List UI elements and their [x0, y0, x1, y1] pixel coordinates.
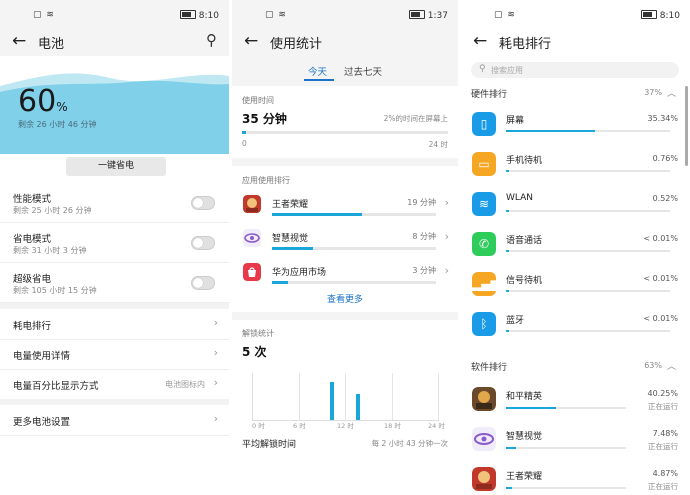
page-title: 使用统计 — [270, 37, 323, 52]
chevron-right-icon: › — [213, 346, 218, 359]
status-icons: ▢ ≋ — [265, 10, 287, 20]
hw-item-voice-call[interactable]: ✆ 语音通话 < 0.01% — [461, 225, 690, 265]
hardware-ranking-header[interactable]: 硬件排行 37% ︿ — [461, 84, 690, 102]
status-time: 8:10 — [659, 11, 680, 21]
chevron-right-icon: › — [213, 376, 218, 389]
back-arrow-icon[interactable]: ← — [244, 31, 258, 51]
status-time: 8:10 — [198, 11, 219, 21]
see-more-link[interactable]: 查看更多 — [232, 292, 458, 305]
power-save-mode-item[interactable]: 省电模式 剩余 31 小时 3 分钟 — [0, 224, 229, 263]
status-bar: ▢ ≋ 8:10 — [0, 0, 229, 26]
phone-standby-icon: ▭ — [472, 152, 496, 176]
battery-percent: 60% — [18, 84, 68, 119]
unlock-bar — [330, 382, 334, 420]
more-battery-settings-row[interactable]: 更多电池设置 › — [0, 405, 229, 436]
app-search-input[interactable]: ⚲ 搜索应用 — [471, 62, 679, 78]
wifi-icon: ≋ — [472, 192, 496, 216]
power-ranking-row[interactable]: 耗电排行 › — [0, 309, 229, 340]
screen-icon: ▯ — [472, 112, 496, 136]
usage-tabs: 今天 过去七天 — [232, 60, 458, 82]
super-save-mode-item[interactable]: 超级省电 剩余 105 小时 15 分钟 — [0, 264, 229, 303]
power-save-mode-toggle[interactable] — [191, 236, 215, 250]
battery-icon — [408, 10, 425, 19]
app-ranking-card: 应用使用排行 王者荣耀 19 分钟 › 智慧视觉 8 分钟 › 华为应用市场 3… — [232, 166, 458, 312]
battery-remaining: 剩余 26 小时 46 分钟 — [18, 120, 97, 129]
unlock-chart — [252, 373, 439, 421]
sw-item-peace-elite[interactable]: 和平精英 40.25% 正在运行 — [461, 381, 690, 418]
peace-elite-icon — [472, 387, 496, 411]
back-arrow-icon[interactable]: ← — [473, 31, 487, 51]
battery-icon — [179, 10, 196, 19]
signal-icon: ▂▄▆ — [472, 272, 500, 296]
ranking-titlebar: ← 耗电排行 — [461, 26, 690, 56]
smart-vision-icon — [472, 427, 496, 451]
usage-time-card: 使用时间 35 分钟 2%的时间在屏幕上 0 24 时 — [232, 86, 458, 158]
performance-mode-item[interactable]: 性能模式 剩余 25 小时 26 分钟 — [0, 184, 229, 223]
status-icons: ▢ ≋ — [33, 10, 55, 20]
status-bar: ▢ ≋ 1:37 — [232, 0, 458, 26]
power-usage-detail-row[interactable]: 电量使用详情 › — [0, 339, 229, 370]
software-ranking-header[interactable]: 软件排行 63% ︿ — [461, 357, 690, 375]
status-time: 1:37 — [427, 11, 448, 21]
app-item-smart-vision[interactable]: 智慧视觉 8 分钟 › — [232, 224, 458, 256]
tab-indicator — [304, 79, 334, 81]
chevron-up-icon: ︿ — [666, 362, 676, 372]
battery-icon — [640, 10, 657, 19]
app-item-huawei-appgallery[interactable]: 华为应用市场 3 分钟 › — [232, 258, 458, 290]
chevron-right-icon: › — [444, 196, 449, 209]
usage-panel: ▢ ≋ 1:37 ← 使用统计 今天 过去七天 使用时间 35 分钟 2%的时间… — [232, 0, 458, 495]
usage-time-bar — [242, 131, 448, 134]
hw-item-signal-standby[interactable]: ▂▄▆ 信号待机 < 0.01% — [461, 265, 690, 305]
hw-item-screen[interactable]: ▯ 屏幕 35.34% — [461, 105, 690, 145]
back-arrow-icon[interactable]: ← — [12, 31, 26, 51]
appgallery-icon — [243, 263, 261, 281]
chevron-right-icon: › — [444, 230, 449, 243]
chevron-right-icon: › — [213, 412, 218, 425]
sw-item-smart-vision[interactable]: 智慧视觉 7.48% 正在运行 — [461, 421, 690, 458]
chevron-right-icon: › — [213, 316, 218, 329]
app-item-honor-of-kings[interactable]: 王者荣耀 19 分钟 › — [232, 190, 458, 222]
hw-item-wlan[interactable]: ≋ WLAN 0.52% — [461, 185, 690, 225]
super-save-mode-toggle[interactable] — [191, 276, 215, 290]
hw-item-standby[interactable]: ▭ 手机待机 0.76% — [461, 145, 690, 185]
status-bar: ▢ ≋ 8:10 — [461, 0, 690, 26]
status-icons: ▢ ≋ — [494, 10, 516, 20]
unlock-bar — [356, 394, 360, 420]
chevron-right-icon: › — [444, 264, 449, 277]
one-key-save-button[interactable]: 一键省电 — [66, 157, 166, 176]
search-icon[interactable]: ⚲ — [206, 31, 217, 49]
honor-of-kings-icon — [472, 467, 496, 491]
chevron-up-icon: ︿ — [666, 89, 676, 99]
page-title: 耗电排行 — [499, 37, 552, 52]
smart-vision-icon — [243, 229, 261, 247]
bluetooth-icon: ᛒ — [472, 312, 496, 336]
honor-of-kings-icon — [243, 195, 261, 213]
percent-display-row[interactable]: 电量百分比显示方式 电池图标内 › — [0, 369, 229, 400]
usage-titlebar: ← 使用统计 — [232, 26, 458, 56]
power-ranking-panel: ▢ ≋ 8:10 ← 耗电排行 ⚲ 搜索应用 硬件排行 37% ︿ ▯ 屏幕 3… — [461, 0, 690, 495]
unlock-count: 5 次 — [242, 345, 267, 359]
tab-past-week[interactable]: 过去七天 — [344, 64, 382, 78]
page-title: 电池 — [38, 37, 65, 52]
usage-time-value: 35 分钟 — [242, 112, 287, 126]
performance-mode-toggle[interactable] — [191, 196, 215, 210]
sw-item-honor-of-kings[interactable]: 王者荣耀 4.87% 正在运行 — [461, 461, 690, 495]
search-icon: ⚲ — [479, 64, 486, 74]
hw-item-bluetooth[interactable]: ᛒ 蓝牙 < 0.01% — [461, 305, 690, 345]
phone-call-icon: ✆ — [472, 232, 496, 256]
battery-titlebar: ← 电池 ⚲ — [0, 26, 229, 56]
battery-panel: ▢ ≋ 8:10 ← 电池 ⚲ 60% 剩余 26 小时 46 分钟 一键省电 … — [0, 0, 229, 495]
tab-today[interactable]: 今天 — [308, 64, 327, 78]
